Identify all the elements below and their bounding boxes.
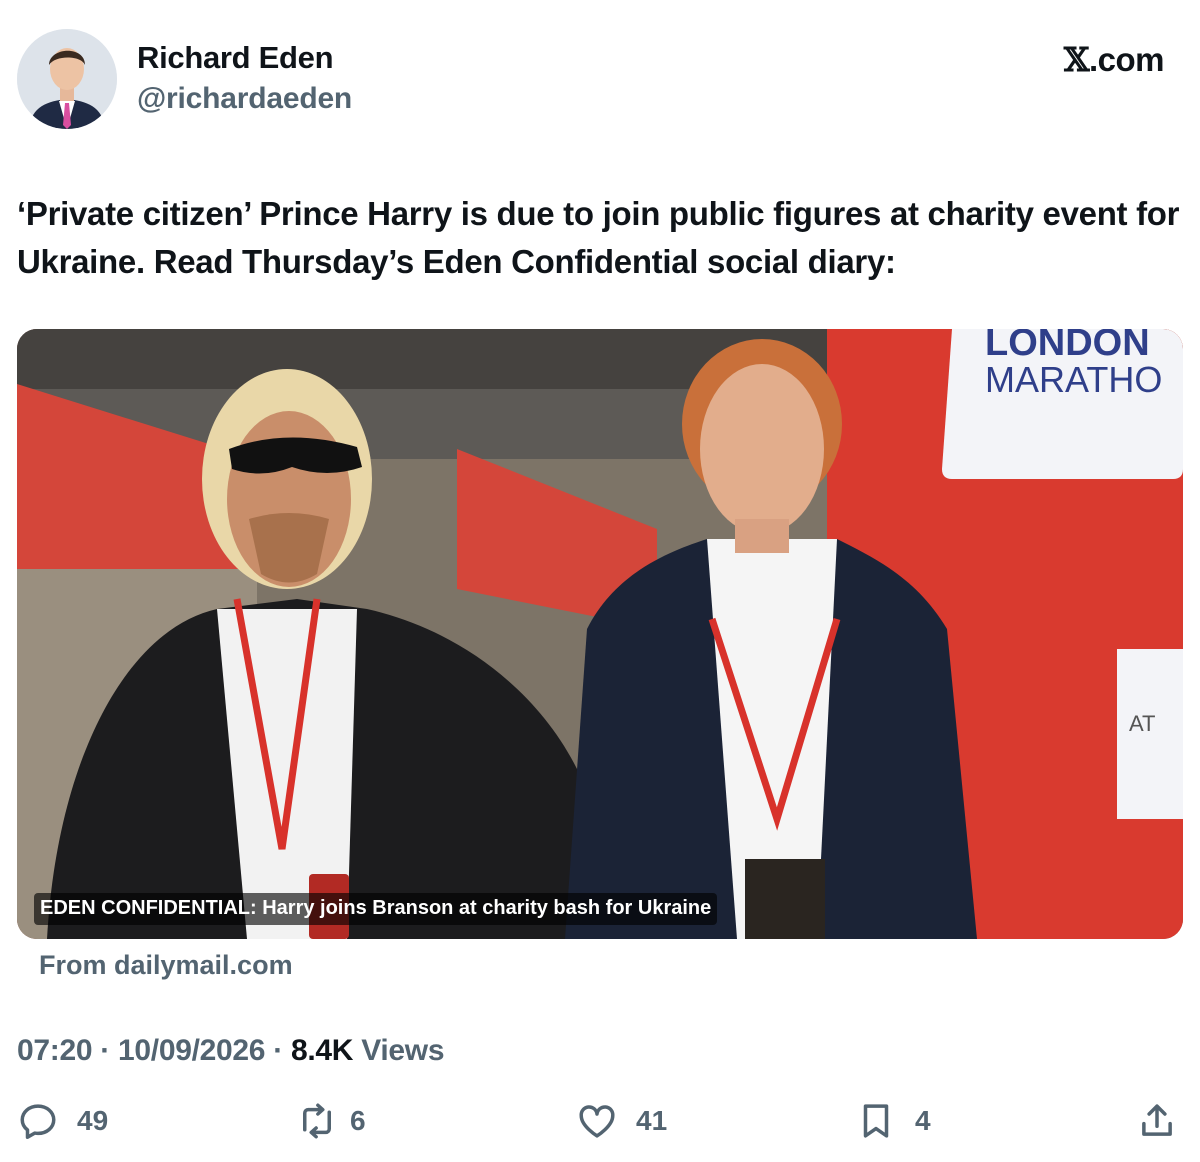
reply-button[interactable]: 49 [17,1098,108,1144]
avatar-image [17,29,117,129]
repost-icon [303,1103,331,1139]
x-brand-logo: 𝕏.com [1063,40,1165,79]
card-caption: EDEN CONFIDENTIAL: Harry joins Branson a… [34,893,718,925]
bookmark-button[interactable]: 4 [855,1098,931,1144]
repost-count: 6 [350,1105,366,1136]
repost-button[interactable]: 6 [296,1098,366,1144]
brand-suffix: .com [1088,41,1165,78]
views-label: Views [361,1034,445,1067]
link-card[interactable]: LONDON MARATHO AT EDEN CONFIDENTIAL: Har… [17,329,1183,939]
bookmark-icon [863,1104,889,1138]
heart-icon [579,1105,615,1138]
action-bar: 49 6 41 4 [0,1098,1200,1144]
views-count: 8.4K [290,1034,354,1067]
author-name[interactable]: Richard Eden [137,40,334,76]
tweet-date[interactable]: 10/09/2026 [118,1034,265,1067]
like-count: 41 [636,1105,668,1136]
like-button[interactable]: 41 [576,1098,667,1144]
bookmark-count: 4 [915,1105,931,1136]
article-photo: LONDON MARATHO AT [17,329,1183,939]
avatar[interactable] [17,29,117,129]
author-handle[interactable]: @richardaeden [137,82,352,116]
separator-dot: · [100,1034,110,1067]
x-logo-icon: 𝕏 [1063,40,1090,79]
tweet-time[interactable]: 07:20 [17,1034,93,1067]
separator-dot: · [273,1034,283,1067]
share-icon [1142,1104,1172,1136]
share-button[interactable] [1136,1098,1178,1144]
link-source[interactable]: From dailymail.com [39,950,293,981]
reply-icon [20,1104,56,1140]
tweet-text: ‘Private citizen’ Prince Harry is due to… [17,195,1180,280]
sign-text-line2: MARATHO [985,359,1162,400]
tweet-metadata: 07:20 · 10/09/2026 · 8.4K Views [17,1034,445,1068]
sign-fragment: AT [1129,711,1155,736]
reply-count: 49 [77,1105,109,1136]
